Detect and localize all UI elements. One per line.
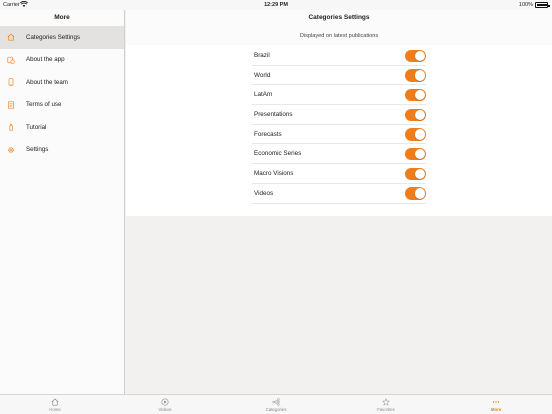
toggle-knob [414, 148, 425, 160]
tab-categories[interactable]: Categories [246, 396, 306, 412]
category-row-macro-visions: Macro Visions [252, 164, 426, 184]
tab-bar: Home Videos Categories Favorites More [0, 394, 552, 414]
tab-label: Favorites [377, 407, 395, 412]
tab-videos[interactable]: Videos [135, 396, 195, 412]
category-row-forecasts: Forecasts [252, 125, 426, 145]
sidebar-item-label: About the app [26, 56, 65, 64]
app-info-icon [7, 56, 15, 64]
sidebar-item-about-the-app[interactable]: About the app [0, 49, 124, 72]
toggle-knob [414, 70, 425, 81]
status-bar: Carrier 12:29 PM 100% [0, 0, 552, 10]
category-label: Presentations [254, 111, 293, 119]
category-row-economic-series: Economic Series [252, 144, 426, 165]
category-row-world: World [252, 66, 426, 86]
tutorial-icon [9, 123, 13, 131]
sidebar-item-label: About the team [26, 78, 68, 86]
sidebar-item-label: Terms of use [26, 101, 62, 109]
home-icon [7, 33, 15, 41]
sidebar-item-label: Tutorial [26, 123, 47, 131]
home-icon [51, 398, 59, 406]
battery-icon [535, 2, 550, 8]
sidebar-item-categories-settings[interactable]: Categories Settings [0, 26, 124, 49]
category-label: Brazil [254, 52, 270, 59]
category-row-presentations: Presentations [252, 105, 426, 125]
presentations-toggle[interactable] [405, 108, 426, 122]
latam-toggle[interactable] [405, 88, 426, 102]
category-label: Macro Visions [254, 170, 294, 178]
economic-series-toggle[interactable] [405, 147, 426, 161]
sidebar-title: More [54, 14, 70, 21]
sidebar-item-terms-of-use[interactable]: Terms of use [0, 94, 124, 117]
sidebar-item-about-the-team[interactable]: About the team [0, 71, 124, 94]
tab-favorites[interactable]: Favorites [356, 396, 416, 412]
toggle-knob [414, 89, 425, 101]
sidebar-item-label: Categories Settings [26, 33, 80, 41]
world-toggle[interactable] [405, 69, 426, 82]
star-icon [382, 398, 390, 406]
toggle-knob [414, 109, 425, 121]
category-label: Economic Series [254, 150, 302, 158]
page-title: Categories Settings [126, 10, 552, 26]
categories-icon [272, 398, 280, 406]
category-row-latam: LatAm [252, 85, 426, 106]
document-icon [8, 101, 14, 109]
clock: 12:29 PM [264, 2, 288, 8]
categories-settings-panel: Categories Settings Displayed on latest … [126, 10, 552, 394]
category-row-videos: Videos [252, 184, 426, 204]
tab-label: Categories [265, 407, 287, 412]
play-icon [161, 398, 169, 406]
category-row-brazil: Brazil [252, 46, 426, 66]
tab-more[interactable]: More [466, 396, 526, 412]
sidebar-item-settings[interactable]: Settings [0, 139, 124, 162]
sidebar-item-tutorial[interactable]: Tutorial [0, 116, 124, 139]
gear-icon [8, 146, 14, 153]
section-subtitle: Displayed on latest publications [126, 26, 552, 45]
toggle-knob [414, 50, 425, 61]
sidebar-item-label: Settings [26, 146, 49, 154]
forecasts-toggle[interactable] [405, 128, 426, 141]
toggle-knob [414, 168, 425, 180]
toggle-knob [414, 188, 425, 199]
category-label: LatAm [254, 91, 273, 99]
more-icon [492, 401, 500, 403]
battery-fill [536, 3, 548, 7]
brazil-toggle[interactable] [405, 49, 426, 62]
category-label: Forecasts [254, 130, 282, 138]
sidebar: More Categories Settings About the app A… [0, 10, 125, 394]
phone-icon [8, 78, 14, 86]
tab-label: Home [49, 407, 61, 412]
category-label: Videos [254, 189, 274, 197]
category-list: Brazil World LatAm Presentations Forecas… [126, 45, 552, 216]
battery-percent: 100% [518, 2, 533, 8]
macro-visions-toggle[interactable] [405, 167, 426, 181]
videos-toggle[interactable] [405, 187, 426, 200]
category-label: World [254, 71, 271, 79]
toggle-knob [414, 129, 425, 140]
tab-label: More [490, 407, 502, 412]
tab-label: Videos [158, 407, 172, 412]
tab-home[interactable]: Home [25, 396, 85, 412]
